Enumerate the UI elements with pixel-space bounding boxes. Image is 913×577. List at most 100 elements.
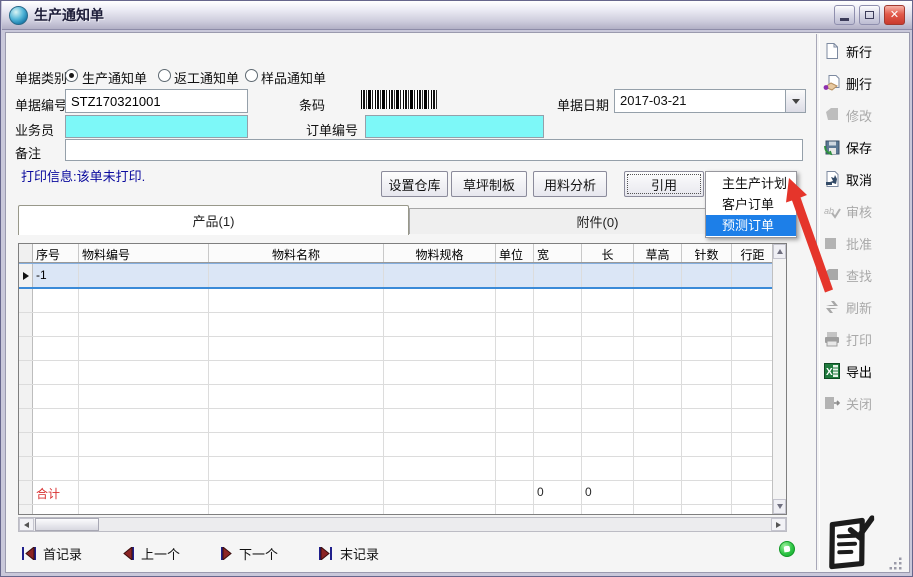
column-header-material-name[interactable]: 物料名称 xyxy=(209,244,384,262)
radio-sample-notice[interactable] xyxy=(245,69,258,82)
cell-width[interactable] xyxy=(534,264,582,287)
svg-text:X: X xyxy=(826,367,833,378)
doc-date-label: 单据日期 xyxy=(557,95,609,114)
radio-production-notice-label[interactable]: 生产通知单 xyxy=(82,68,147,87)
sidebar-item-delete-row[interactable]: 删行 xyxy=(823,73,907,93)
cell-material-name[interactable] xyxy=(209,264,384,287)
set-warehouse-button[interactable]: 设置仓库 xyxy=(381,171,448,197)
scrollbar-thumb[interactable] xyxy=(35,518,99,531)
column-header-seq[interactable]: 序号 xyxy=(33,244,79,262)
barcode-image xyxy=(361,90,437,109)
scroll-left-button[interactable] xyxy=(19,518,34,531)
tab-products[interactable]: 产品(1) xyxy=(18,205,409,235)
column-header-length[interactable]: 长 xyxy=(582,244,634,262)
cell-unit[interactable] xyxy=(496,264,534,287)
sidebar-item-label: 关闭 xyxy=(846,394,872,413)
total-row: 合计 0 0 xyxy=(19,481,772,505)
cell-seq[interactable]: -1 xyxy=(33,264,79,287)
total-label: 合计 xyxy=(33,481,79,504)
title-bar: 生产通知单 ✕ xyxy=(2,1,913,30)
column-header-width[interactable]: 宽 xyxy=(534,244,582,262)
table-row[interactable] xyxy=(19,361,772,385)
sidebar-item-new-row[interactable]: 新行 xyxy=(823,41,907,61)
order-no-input[interactable] xyxy=(365,115,544,138)
table-row[interactable] xyxy=(19,385,772,409)
cell-material-code[interactable] xyxy=(79,264,209,287)
arrow-down-icon xyxy=(777,504,783,509)
sidebar-item-approve[interactable]: 批准 xyxy=(823,233,907,253)
column-header-row-spacing[interactable]: 行距 xyxy=(732,244,774,262)
maximize-button[interactable] xyxy=(859,5,880,25)
radio-production-notice[interactable] xyxy=(65,69,78,82)
material-analysis-button[interactable]: 用料分析 xyxy=(533,171,607,197)
vertical-scrollbar[interactable] xyxy=(772,244,786,514)
menu-item-customer-order[interactable]: 客户订单 xyxy=(706,194,796,215)
nav-previous-record[interactable]: 上一个 xyxy=(122,544,180,563)
print-icon xyxy=(823,330,841,348)
table-row-selected[interactable]: -1 xyxy=(19,263,772,289)
menu-item-forecast-order[interactable]: 预测订单 xyxy=(706,215,796,236)
table-row[interactable] xyxy=(19,505,772,515)
doc-date-combobox[interactable]: 2017-03-21 xyxy=(614,89,806,113)
menu-item-master-production-plan[interactable]: 主生产计划 xyxy=(706,173,796,194)
sidebar-item-print[interactable]: 打印 xyxy=(823,329,907,349)
doc-date-dropdown-button[interactable] xyxy=(785,90,805,112)
radio-rework-notice-label[interactable]: 返工通知单 xyxy=(174,68,239,87)
lawn-template-button[interactable]: 草坪制板 xyxy=(451,171,527,197)
column-header-material-code[interactable]: 物料编号 xyxy=(79,244,209,262)
salesman-input[interactable] xyxy=(65,115,248,138)
scroll-right-button[interactable] xyxy=(771,518,786,531)
remark-label: 备注 xyxy=(15,143,41,162)
sidebar-toolbar: 新行 删行 修改 保存 取消 ab 审核 批准 查找 xyxy=(823,41,907,425)
sidebar-item-label: 导出 xyxy=(846,362,872,381)
approve-icon xyxy=(823,234,841,252)
reference-button[interactable]: 引用 xyxy=(624,171,704,197)
barcode-label: 条码 xyxy=(299,95,325,114)
sidebar-item-find[interactable]: 查找 xyxy=(823,265,907,285)
minimize-icon xyxy=(840,18,849,21)
sidebar-item-label: 删行 xyxy=(846,74,872,93)
sidebar-item-close[interactable]: 关闭 xyxy=(823,393,907,413)
remark-input[interactable] xyxy=(65,139,803,161)
resize-grip[interactable] xyxy=(889,557,903,571)
grid-header-row: 序号 物料编号 物料名称 物料规格 单位 宽 长 草高 针数 行距 xyxy=(19,244,772,263)
nav-last-record[interactable]: 末记录 xyxy=(318,544,379,563)
column-header-grass-height[interactable]: 草高 xyxy=(634,244,682,262)
scroll-down-button[interactable] xyxy=(773,499,786,514)
table-row[interactable] xyxy=(19,409,772,433)
nav-label: 下一个 xyxy=(239,544,278,563)
table-row[interactable] xyxy=(19,457,772,481)
horizontal-scrollbar[interactable] xyxy=(18,517,787,532)
table-row[interactable] xyxy=(19,313,772,337)
sidebar-item-save[interactable]: 保存 xyxy=(823,137,907,157)
column-header-unit[interactable]: 单位 xyxy=(496,244,534,262)
cell-grass-height[interactable] xyxy=(634,264,682,287)
table-row[interactable] xyxy=(19,433,772,457)
radio-rework-notice[interactable] xyxy=(158,69,171,82)
doc-type-label: 单据类别 xyxy=(15,68,67,87)
table-row[interactable] xyxy=(19,289,772,313)
cell-material-spec[interactable] xyxy=(384,264,496,287)
sidebar-item-modify[interactable]: 修改 xyxy=(823,105,907,125)
sidebar-item-audit[interactable]: ab 审核 xyxy=(823,201,907,221)
cell-needle-count[interactable] xyxy=(682,264,732,287)
scroll-up-button[interactable] xyxy=(773,244,786,259)
sidebar-item-refresh[interactable]: 刷新 xyxy=(823,297,907,317)
nav-first-record[interactable]: 首记录 xyxy=(21,544,82,563)
cell-length[interactable] xyxy=(582,264,634,287)
maximize-icon xyxy=(865,11,874,19)
table-row[interactable] xyxy=(19,337,772,361)
nav-next-record[interactable]: 下一个 xyxy=(220,544,278,563)
minimize-button[interactable] xyxy=(834,5,855,25)
sidebar-item-cancel[interactable]: 取消 xyxy=(823,169,907,189)
sidebar-item-label: 取消 xyxy=(846,170,872,189)
sidebar-divider xyxy=(816,34,820,570)
close-button[interactable]: ✕ xyxy=(884,5,905,25)
doc-no-input[interactable] xyxy=(65,89,248,113)
sidebar-item-export[interactable]: X 导出 xyxy=(823,361,907,381)
sidebar-item-label: 批准 xyxy=(846,234,872,253)
cell-row-spacing[interactable] xyxy=(732,264,774,287)
radio-sample-notice-label[interactable]: 样品通知单 xyxy=(261,68,326,87)
column-header-material-spec[interactable]: 物料规格 xyxy=(384,244,496,262)
column-header-needle-count[interactable]: 针数 xyxy=(682,244,732,262)
